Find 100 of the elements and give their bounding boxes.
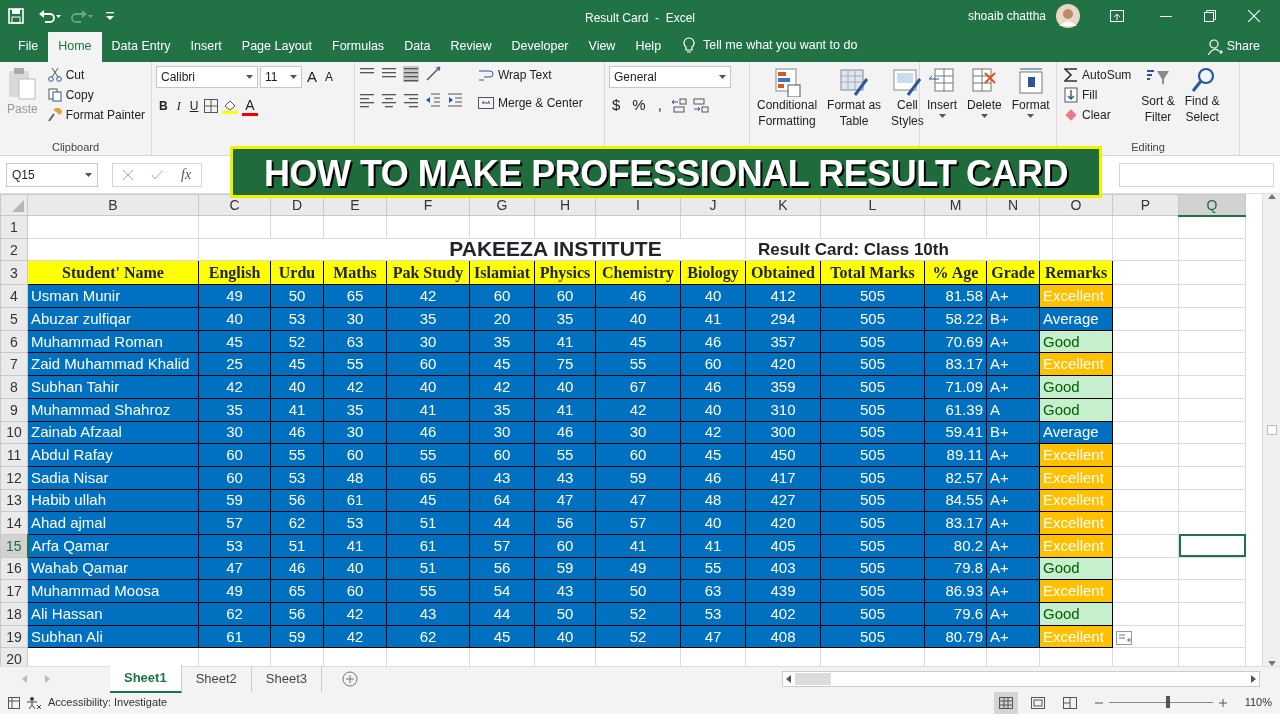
format-button[interactable]: Format: [1008, 66, 1053, 139]
sheet-tab[interactable]: Sheet1: [110, 665, 182, 693]
ribbon-display-icon[interactable]: [1110, 10, 1124, 22]
row-number[interactable]: 15: [0, 534, 28, 558]
save-icon[interactable]: [8, 8, 24, 24]
row-number[interactable]: 17: [0, 579, 28, 603]
wrap-text-button[interactable]: Wrap Text: [475, 66, 586, 84]
tell-me-search[interactable]: Tell me what you want to do: [703, 36, 858, 55]
percent-button[interactable]: %: [629, 96, 649, 114]
menu-tab[interactable]: Insert: [180, 32, 232, 62]
row-number[interactable]: 2: [0, 238, 28, 261]
copy-button[interactable]: Copy: [44, 86, 149, 104]
row-number[interactable]: 5: [0, 307, 28, 331]
font-size-field[interactable]: 11: [260, 66, 302, 88]
bold-button[interactable]: B: [156, 97, 171, 115]
borders-icon[interactable]: [204, 99, 219, 113]
horizontal-scrollbar[interactable]: [782, 671, 1260, 687]
orientation-icon[interactable]: [425, 66, 443, 82]
row-number[interactable]: 4: [0, 284, 28, 308]
lightbulb-icon[interactable]: [683, 37, 696, 55]
sort-filter-button[interactable]: Sort & Filter: [1138, 66, 1178, 139]
menu-tab[interactable]: Data Entry: [101, 32, 181, 62]
row-number[interactable]: 10: [0, 421, 28, 444]
accessibility-status[interactable]: Accessibility: Investigate: [48, 694, 168, 711]
zoom-slider-thumb[interactable]: [1165, 696, 1170, 708]
close-icon[interactable]: [1248, 10, 1260, 22]
column-header[interactable]: B: [27, 194, 199, 216]
cell-styles-button[interactable]: Cell Styles: [888, 66, 927, 139]
decrease-indent-icon[interactable]: [425, 92, 441, 108]
menu-tab[interactable]: Formulas: [322, 32, 395, 62]
insert-button[interactable]: Insert: [924, 66, 960, 139]
autosum-button[interactable]: AutoSum: [1061, 66, 1135, 84]
delete-button[interactable]: Delete: [964, 66, 1005, 139]
row-number[interactable]: 18: [0, 602, 28, 626]
formula-input[interactable]: [1119, 162, 1274, 187]
number-format-field[interactable]: General: [609, 66, 731, 88]
menu-tab[interactable]: File: [8, 32, 49, 62]
row-number[interactable]: 1: [0, 215, 28, 239]
currency-button[interactable]: $: [609, 96, 624, 114]
conditional-formatting-button[interactable]: Conditional Formatting: [754, 66, 821, 139]
zoom-in-icon[interactable]: [1218, 698, 1227, 707]
scroll-left-icon[interactable]: [786, 675, 791, 683]
insert-function-button[interactable]: fx: [181, 164, 192, 185]
share-button[interactable]: Share: [1196, 32, 1270, 62]
scroll-thumb[interactable]: [795, 673, 831, 685]
row-number[interactable]: 3: [0, 260, 28, 285]
column-header[interactable]: Q: [1178, 194, 1246, 216]
decrease-decimal-icon[interactable]: [692, 97, 709, 113]
underline-button[interactable]: U: [186, 97, 202, 115]
menu-tab[interactable]: Page Layout: [231, 32, 323, 62]
align-bottom-icon[interactable]: [403, 66, 419, 82]
row-number[interactable]: 8: [0, 375, 28, 399]
menu-tab[interactable]: Help: [625, 32, 672, 62]
italic-button[interactable]: I: [173, 97, 184, 115]
row-number[interactable]: 9: [0, 398, 28, 421]
fill-color-icon[interactable]: [221, 98, 240, 114]
page-layout-icon[interactable]: [1030, 696, 1045, 709]
row-number[interactable]: 13: [0, 489, 28, 512]
font-color-button[interactable]: A: [242, 96, 258, 116]
restore-icon[interactable]: [1204, 10, 1216, 22]
increase-decimal-icon[interactable]: [670, 97, 687, 113]
cut-button[interactable]: Cut: [44, 66, 149, 84]
menu-tab[interactable]: Data: [394, 32, 441, 62]
column-header[interactable]: P: [1112, 194, 1179, 216]
customize-icon[interactable]: [106, 11, 114, 21]
scroll-thumb[interactable]: [1266, 425, 1277, 435]
menu-tab[interactable]: Review: [440, 32, 502, 62]
scroll-right-icon[interactable]: [1251, 675, 1256, 683]
menu-tab[interactable]: Developer: [501, 32, 579, 62]
format-painter-button[interactable]: Format Painter: [44, 106, 149, 124]
undo-icon[interactable]: [38, 8, 62, 24]
row-number[interactable]: 16: [0, 557, 28, 580]
quick-analysis-icon[interactable]: [1116, 630, 1132, 645]
font-name-field[interactable]: Calibri: [156, 66, 258, 88]
increase-indent-icon[interactable]: [447, 92, 463, 108]
align-left-icon[interactable]: [359, 92, 375, 108]
row-number[interactable]: 6: [0, 330, 28, 353]
merge-center-button[interactable]: Merge & Center: [475, 94, 586, 112]
grow-font-button[interactable]: A: [304, 68, 320, 86]
menu-tab[interactable]: View: [578, 32, 626, 62]
selected-cell[interactable]: [1178, 534, 1246, 558]
shrink-font-button[interactable]: A: [322, 68, 337, 86]
clear-button[interactable]: Clear: [1061, 106, 1135, 124]
row-number[interactable]: 19: [0, 625, 28, 648]
align-right-icon[interactable]: [403, 92, 419, 108]
name-box[interactable]: Q15: [6, 162, 98, 187]
add-sheet-icon[interactable]: [342, 671, 359, 687]
row-number[interactable]: 14: [0, 511, 28, 535]
find-select-button[interactable]: Find & Select: [1181, 66, 1223, 139]
page-break-icon[interactable]: [1062, 696, 1077, 709]
format-as-table-button[interactable]: Format as Table: [824, 66, 885, 139]
row-number[interactable]: 7: [0, 352, 28, 376]
vertical-scrollbar[interactable]: [1262, 194, 1280, 666]
align-center-icon[interactable]: [381, 92, 397, 108]
zoom-level[interactable]: 110%: [1244, 694, 1272, 711]
row-number[interactable]: 11: [0, 443, 28, 467]
row-number[interactable]: 12: [0, 466, 28, 490]
fill-button[interactable]: Fill: [1061, 86, 1135, 104]
menu-tab[interactable]: Home: [48, 32, 102, 62]
comma-button[interactable]: ,: [654, 96, 665, 114]
